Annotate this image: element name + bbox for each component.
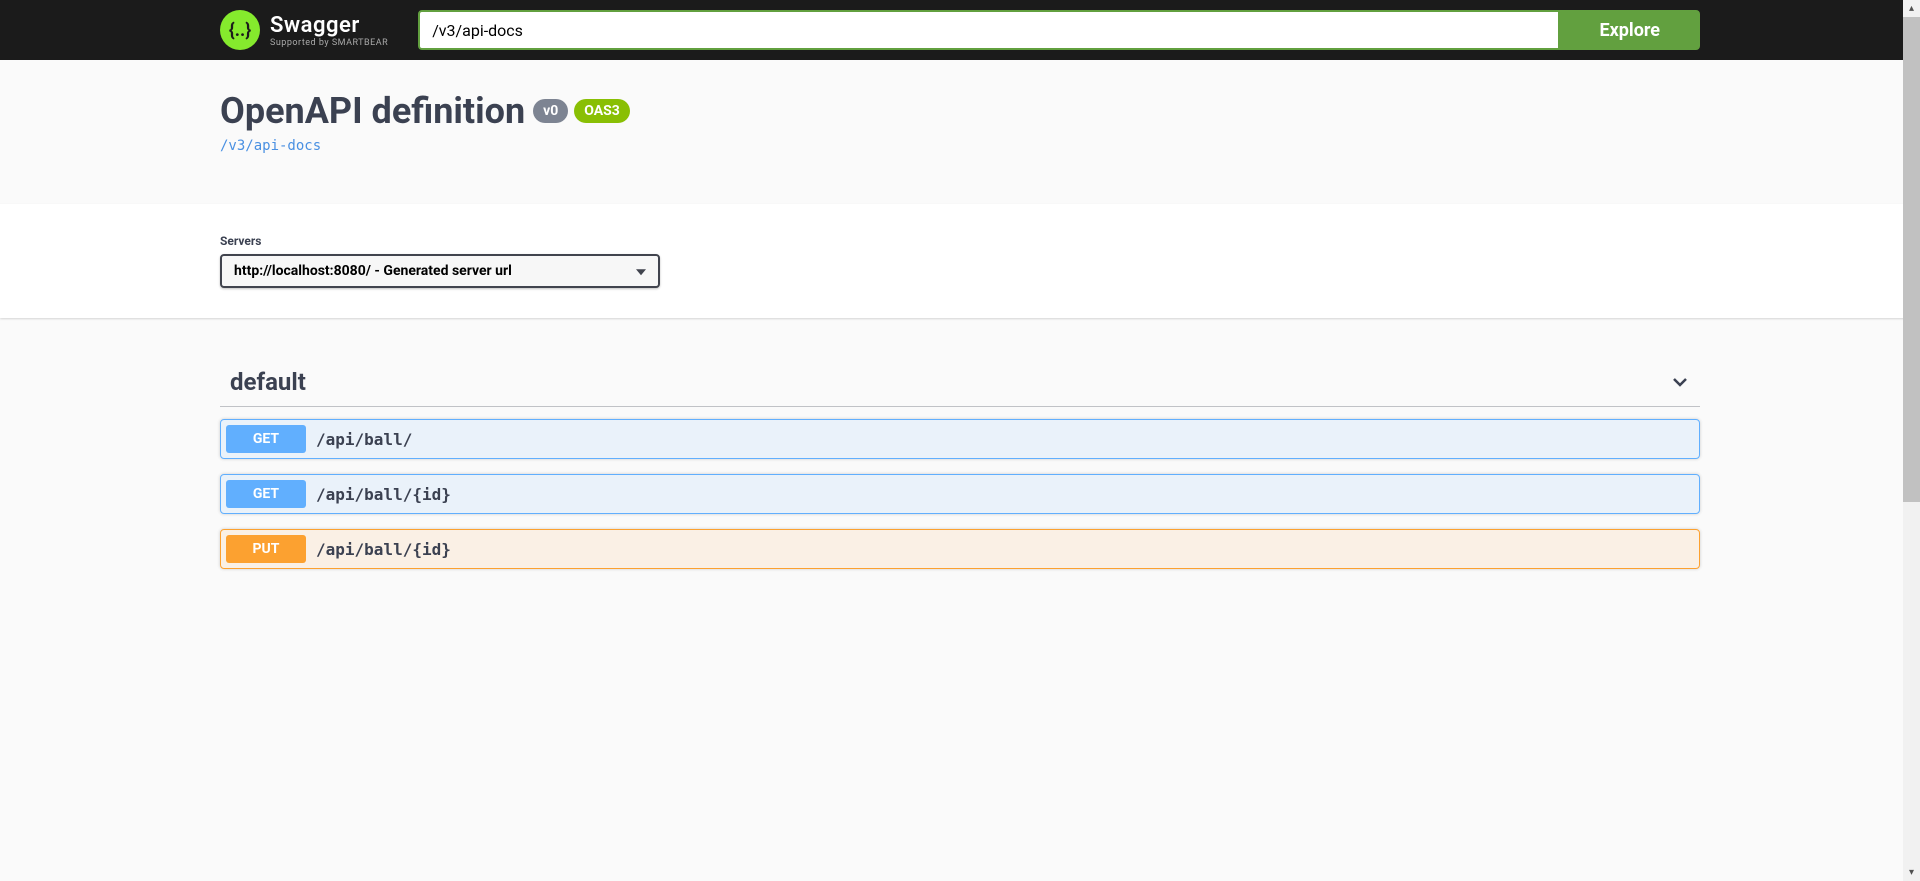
operation-tag-header[interactable]: default bbox=[220, 358, 1700, 407]
chevron-down-icon bbox=[1670, 372, 1690, 392]
operations-list: GET/api/ball/GET/api/ball/{id}PUT/api/ba… bbox=[220, 419, 1700, 569]
topbar: {..} Swagger Supported by SMARTBEAR Expl… bbox=[0, 0, 1920, 60]
api-docs-link[interactable]: /v3/api-docs bbox=[220, 138, 1700, 154]
operation-block[interactable]: PUT/api/ball/{id} bbox=[220, 529, 1700, 569]
operation-tag-name: default bbox=[230, 368, 306, 396]
operation-method-badge: PUT bbox=[226, 535, 306, 563]
scrollbar-down-arrow-icon[interactable]: ▾ bbox=[1903, 864, 1920, 881]
swagger-logo[interactable]: {..} Swagger Supported by SMARTBEAR bbox=[220, 10, 388, 50]
scrollbar-thumb[interactable] bbox=[1903, 17, 1920, 502]
logo-main-text: Swagger bbox=[270, 13, 388, 38]
operations-container: default GET/api/ball/GET/api/ball/{id}PU… bbox=[200, 318, 1720, 569]
scrollbar-up-arrow-icon[interactable]: ▴ bbox=[1903, 0, 1920, 17]
operation-path: /api/ball/{id} bbox=[306, 485, 461, 504]
servers-label: Servers bbox=[220, 234, 1700, 248]
oas-badge: OAS3 bbox=[574, 99, 630, 123]
operation-summary[interactable]: GET/api/ball/{id} bbox=[221, 475, 1699, 513]
operation-block[interactable]: GET/api/ball/ bbox=[220, 419, 1700, 459]
api-url-input[interactable] bbox=[418, 10, 1559, 50]
scheme-container: Servers http://localhost:8080/ - Generat… bbox=[0, 204, 1920, 318]
explore-button[interactable]: Explore bbox=[1560, 10, 1700, 50]
api-title-row: OpenAPI definition v0 OAS3 bbox=[220, 90, 630, 132]
vertical-scrollbar[interactable]: ▴ ▾ bbox=[1903, 0, 1920, 881]
operation-path: /api/ball/{id} bbox=[306, 540, 461, 559]
operation-block[interactable]: GET/api/ball/{id} bbox=[220, 474, 1700, 514]
api-title: OpenAPI definition bbox=[220, 90, 525, 132]
operation-method-badge: GET bbox=[226, 425, 306, 453]
version-badge: v0 bbox=[533, 99, 568, 123]
operation-method-badge: GET bbox=[226, 480, 306, 508]
operation-path: /api/ball/ bbox=[306, 430, 422, 449]
operation-summary[interactable]: PUT/api/ball/{id} bbox=[221, 530, 1699, 568]
swagger-logo-icon: {..} bbox=[220, 10, 260, 50]
servers-select[interactable]: http://localhost:8080/ - Generated serve… bbox=[220, 254, 660, 288]
logo-sub-text: Supported by SMARTBEAR bbox=[270, 38, 388, 48]
info-section: OpenAPI definition v0 OAS3 /v3/api-docs bbox=[0, 60, 1920, 184]
operation-summary[interactable]: GET/api/ball/ bbox=[221, 420, 1699, 458]
